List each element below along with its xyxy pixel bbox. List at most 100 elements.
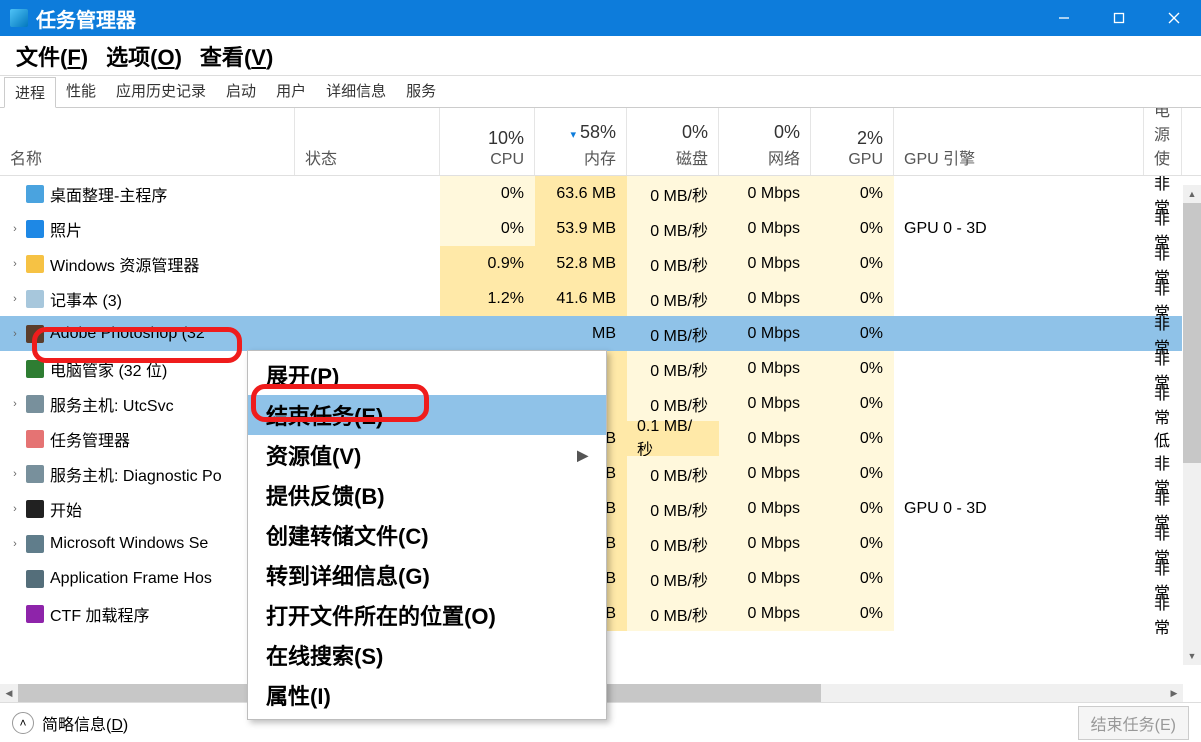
cell-memory: 63.6 MB — [535, 176, 627, 211]
fewer-details-button[interactable]: ˄ 简略信息(D) — [12, 711, 128, 735]
header-cpu[interactable]: 10%CPU — [440, 108, 535, 175]
close-button[interactable] — [1146, 0, 1201, 36]
context-menu-item[interactable]: 属性(I) — [248, 675, 606, 715]
cell-network: 0 Mbps — [719, 421, 811, 456]
expand-icon[interactable]: › — [10, 398, 20, 410]
menu-view[interactable]: 查看(V) — [192, 38, 281, 74]
process-name: 桌面整理-主程序 — [50, 182, 167, 206]
expand-icon[interactable]: › — [10, 538, 20, 550]
menu-options[interactable]: 选项(O) — [98, 38, 190, 74]
process-name: 开始 — [50, 497, 82, 521]
cell-network: 0 Mbps — [719, 561, 811, 596]
header-power[interactable]: 电源使 — [1144, 108, 1182, 175]
window-controls — [1036, 0, 1201, 36]
cell-cpu: 1.2% — [440, 281, 535, 316]
cell-disk: 0 MB/秒 — [627, 561, 719, 596]
cell-gpu: 0% — [811, 246, 894, 281]
cell-cpu: 0% — [440, 211, 535, 246]
cell-disk: 0 MB/秒 — [627, 491, 719, 526]
cell-gpu: 0% — [811, 176, 894, 211]
table-row[interactable]: ›照片0%53.9 MB0 MB/秒0 Mbps0%GPU 0 - 3D非常 — [0, 211, 1201, 246]
table-row[interactable]: ›Windows 资源管理器0.9%52.8 MB0 MB/秒0 Mbps0%非… — [0, 246, 1201, 281]
cell-gpu-engine: GPU 0 - 3D — [894, 491, 1144, 526]
cell-network: 0 Mbps — [719, 246, 811, 281]
context-menu-item[interactable]: 转到详细信息(G) — [248, 555, 606, 595]
tab-services[interactable]: 服务 — [396, 76, 446, 107]
context-menu-item[interactable]: 结束任务(E) — [248, 395, 606, 435]
scroll-down-icon[interactable]: ▼ — [1183, 647, 1201, 665]
cell-network: 0 Mbps — [719, 526, 811, 561]
column-headers: 名称 状态 10%CPU ▾58%内存 0%磁盘 0%网络 2%GPU GPU … — [0, 108, 1201, 176]
process-name: 照片 — [50, 217, 82, 241]
cell-cpu — [440, 316, 535, 351]
vertical-scrollbar[interactable]: ▲ ▼ — [1183, 185, 1201, 665]
scroll-left-icon[interactable]: ◀ — [0, 684, 18, 702]
tab-users[interactable]: 用户 — [266, 76, 316, 107]
cell-name: ›Adobe Photoshop (32 — [0, 316, 295, 351]
chevron-up-icon: ˄ — [12, 712, 34, 734]
table-row[interactable]: ›记事本 (3)1.2%41.6 MB0 MB/秒0 Mbps0%非常 — [0, 281, 1201, 316]
context-menu-item[interactable]: 资源值(V)▶ — [248, 435, 606, 475]
maximize-button[interactable] — [1091, 0, 1146, 36]
cell-name: › 照片 — [0, 211, 295, 246]
window-title: 任务管理器 — [36, 4, 1036, 33]
cell-gpu: 0% — [811, 596, 894, 631]
scroll-thumb-v[interactable] — [1183, 203, 1201, 463]
cell-gpu: 0% — [811, 561, 894, 596]
table-row[interactable]: ›Adobe Photoshop (32 MB0 MB/秒0 Mbps0%非常 — [0, 316, 1201, 351]
expand-icon[interactable]: › — [10, 293, 20, 305]
header-status[interactable]: 状态 — [295, 108, 440, 175]
cell-network: 0 Mbps — [719, 491, 811, 526]
cell-gpu-engine — [894, 421, 1144, 456]
context-menu-item[interactable]: 提供反馈(B) — [248, 475, 606, 515]
context-menu-item[interactable]: 展开(P) — [248, 355, 606, 395]
header-gpu[interactable]: 2%GPU — [811, 108, 894, 175]
cell-gpu: 0% — [811, 316, 894, 351]
menubar: 文件(F) 选项(O) 查看(V) — [0, 36, 1201, 76]
cell-name: ›记事本 (3) — [0, 281, 295, 316]
cell-name: ›Windows 资源管理器 — [0, 246, 295, 281]
scroll-up-icon[interactable]: ▲ — [1183, 185, 1201, 203]
cell-memory: 41.6 MB — [535, 281, 627, 316]
minimize-button[interactable] — [1036, 0, 1091, 36]
process-icon — [26, 465, 44, 483]
context-menu-item[interactable]: 在线搜索(S) — [248, 635, 606, 675]
cell-gpu: 0% — [811, 526, 894, 561]
expand-icon[interactable]: › — [10, 503, 20, 515]
context-menu-item[interactable]: 打开文件所在的位置(O) — [248, 595, 606, 635]
tab-startup[interactable]: 启动 — [216, 76, 266, 107]
header-memory[interactable]: ▾58%内存 — [535, 108, 627, 175]
cell-network: 0 Mbps — [719, 281, 811, 316]
cell-gpu-engine: GPU 0 - 3D — [894, 211, 1144, 246]
header-network[interactable]: 0%网络 — [719, 108, 811, 175]
header-gpu-engine[interactable]: GPU 引擎 — [894, 108, 1144, 175]
process-name: Microsoft Windows Se — [50, 535, 208, 553]
cell-network: 0 Mbps — [719, 596, 811, 631]
context-menu-item[interactable]: 创建转储文件(C) — [248, 515, 606, 555]
header-name[interactable]: 名称 — [0, 108, 295, 175]
tab-performance[interactable]: 性能 — [56, 76, 106, 107]
cell-disk: 0 MB/秒 — [627, 246, 719, 281]
menu-file[interactable]: 文件(F) — [8, 38, 96, 74]
tab-app-history[interactable]: 应用历史记录 — [106, 76, 216, 107]
expand-icon[interactable]: › — [10, 328, 20, 340]
table-row[interactable]: 桌面整理-主程序0%63.6 MB0 MB/秒0 Mbps0%非常 — [0, 176, 1201, 211]
cell-disk: 0.1 MB/秒 — [627, 421, 719, 456]
process-icon — [26, 570, 44, 588]
end-task-button[interactable]: 结束任务(E) — [1078, 706, 1189, 740]
scroll-right-icon[interactable]: ▶ — [1165, 684, 1183, 702]
tab-processes[interactable]: 进程 — [4, 77, 56, 108]
tab-details[interactable]: 详细信息 — [316, 76, 396, 107]
process-icon — [26, 325, 44, 343]
process-icon — [26, 430, 44, 448]
cell-gpu-engine — [894, 526, 1144, 561]
process-icon — [26, 185, 44, 203]
submenu-arrow-icon: ▶ — [577, 447, 588, 464]
header-disk[interactable]: 0%磁盘 — [627, 108, 719, 175]
expand-icon[interactable]: › — [10, 468, 20, 480]
cell-disk: 0 MB/秒 — [627, 456, 719, 491]
expand-icon[interactable]: › — [10, 258, 20, 270]
cell-gpu: 0% — [811, 351, 894, 386]
expand-icon[interactable]: › — [10, 223, 20, 235]
titlebar: 任务管理器 — [0, 0, 1201, 36]
